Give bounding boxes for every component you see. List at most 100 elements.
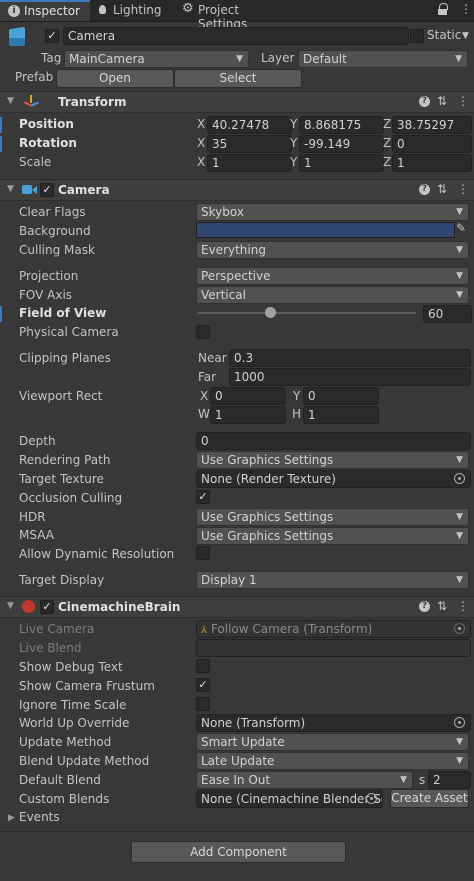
dynamic-resolution-checkbox[interactable] <box>196 546 210 560</box>
eyedropper-icon[interactable]: ✎ <box>456 221 466 235</box>
camera-header[interactable]: ▼ ✓ Camera ? ⇅ ⋮ <box>0 179 474 201</box>
depth-field[interactable]: 0 <box>196 432 471 450</box>
static-checkbox[interactable] <box>410 29 424 43</box>
camera-enabled-checkbox[interactable]: ✓ <box>40 183 54 197</box>
tab-lighting[interactable]: Lighting <box>96 2 176 20</box>
position-z-field[interactable]: 38.75297 <box>392 116 472 134</box>
presets-icon[interactable]: ⇅ <box>437 182 447 196</box>
component-menu-icon[interactable]: ⋮ <box>457 94 469 108</box>
object-name-field[interactable]: Camera <box>63 27 409 45</box>
active-checkbox[interactable]: ✓ <box>45 29 59 43</box>
occlusion-culling-checkbox[interactable]: ✓ <box>196 490 210 504</box>
position-override-bar <box>0 117 2 133</box>
scale-x-field[interactable]: 1 <box>207 154 292 172</box>
chevron-down-icon: ▼ <box>456 207 463 217</box>
fov-slider-thumb[interactable] <box>264 307 276 318</box>
viewport-h-field[interactable]: 1 <box>303 406 379 424</box>
object-picker-icon[interactable] <box>366 793 377 804</box>
update-method-value: Smart Update <box>201 735 285 749</box>
object-picker-icon[interactable] <box>454 717 465 728</box>
presets-icon[interactable]: ⇅ <box>437 599 447 613</box>
scale-y-field[interactable]: 1 <box>299 154 384 172</box>
target-texture-field[interactable]: None (Render Texture) <box>196 470 471 488</box>
culling-mask-label: Culling Mask <box>19 243 95 257</box>
viewport-x-field[interactable]: 0 <box>210 387 286 405</box>
fov-axis-dropdown[interactable]: Vertical ▼ <box>196 286 469 304</box>
ignore-time-scale-checkbox[interactable] <box>196 697 210 711</box>
lightbulb-icon <box>99 5 106 14</box>
viewport-y-field[interactable]: 0 <box>303 387 379 405</box>
position-y-field[interactable]: 8.868175 <box>299 116 384 134</box>
show-debug-text-checkbox[interactable] <box>196 659 210 673</box>
viewport-h-label: H <box>292 407 302 421</box>
transform-header[interactable]: ▼ Transform ? ⇅ ⋮ <box>0 91 474 113</box>
blend-seconds-field[interactable]: 2 <box>428 771 471 789</box>
rotation-x-field[interactable]: 35 <box>207 135 292 153</box>
rotation-z-field[interactable]: 0 <box>392 135 472 153</box>
clear-flags-dropdown[interactable]: Skybox ▼ <box>196 203 469 221</box>
background-color-swatch[interactable] <box>196 222 455 238</box>
create-asset-button[interactable]: Create Asset <box>390 789 469 808</box>
target-display-dropdown[interactable]: Display 1 ▼ <box>196 571 469 589</box>
axis-z-label: Z <box>383 136 392 150</box>
near-field[interactable]: 0.3 <box>229 349 471 367</box>
clear-flags-label: Clear Flags <box>19 205 86 219</box>
world-up-override-field[interactable]: None (Transform) <box>196 714 471 732</box>
projection-dropdown[interactable]: Perspective ▼ <box>196 267 469 285</box>
tab-lighting-label: Lighting <box>113 3 162 17</box>
foldout-expanded-icon: ▼ <box>7 601 14 611</box>
update-method-dropdown[interactable]: Smart Update ▼ <box>196 733 469 751</box>
far-field[interactable]: 1000 <box>229 368 471 386</box>
chevron-down-icon: ▼ <box>455 54 462 64</box>
cinemachine-brain-header[interactable]: ▼ ✓ CinemachineBrain ? ⇅ ⋮ <box>0 596 474 618</box>
tag-dropdown[interactable]: MainCamera ▼ <box>64 50 249 68</box>
prefab-open-button[interactable]: Open <box>56 69 174 88</box>
culling-mask-value: Everything <box>201 243 266 257</box>
object-picker-icon[interactable] <box>454 473 465 484</box>
msaa-dropdown[interactable]: Use Graphics Settings ▼ <box>196 527 469 545</box>
brain-enabled-checkbox[interactable]: ✓ <box>40 600 54 614</box>
rendering-path-dropdown[interactable]: Use Graphics Settings ▼ <box>196 451 469 469</box>
help-icon[interactable]: ? <box>419 96 430 107</box>
prefab-label: Prefab <box>15 70 54 84</box>
lock-body-icon <box>438 9 447 15</box>
component-menu-icon[interactable]: ⋮ <box>457 182 469 196</box>
world-up-override-value: None (Transform) <box>201 716 306 730</box>
help-icon[interactable]: ? <box>419 184 430 195</box>
far-label: Far <box>198 370 217 384</box>
tag-value: MainCamera <box>69 52 145 66</box>
events-foldout-icon[interactable]: ▶ <box>8 813 15 823</box>
tab-inspector[interactable]: i Inspector <box>0 0 90 21</box>
add-component-button[interactable]: Add Component <box>131 841 346 863</box>
rotation-y-field[interactable]: -99.149 <box>299 135 384 153</box>
default-blend-dropdown[interactable]: Ease In Out ▼ <box>196 771 413 789</box>
separator <box>0 831 474 832</box>
show-camera-frustum-checkbox[interactable]: ✓ <box>196 678 210 692</box>
culling-mask-dropdown[interactable]: Everything ▼ <box>196 241 469 259</box>
axis-x-label: X <box>197 117 206 131</box>
tab-project-settings[interactable]: ⚙ Project Settings <box>182 1 292 31</box>
scale-z-field[interactable]: 1 <box>392 154 472 172</box>
custom-blends-field[interactable]: None (Cinemachine Blender Se <box>196 790 383 808</box>
info-icon: i <box>8 5 20 17</box>
fov-slider-track[interactable] <box>198 312 416 314</box>
fov-value-field[interactable]: 60 <box>423 305 472 323</box>
static-dropdown-arrow-icon[interactable]: ▼ <box>462 31 469 41</box>
component-menu-icon[interactable]: ⋮ <box>457 599 469 613</box>
events-label[interactable]: Events <box>19 810 60 824</box>
rotation-label: Rotation <box>19 136 77 150</box>
viewport-w-field[interactable]: 1 <box>210 406 286 424</box>
axis-y-label: Y <box>290 155 298 169</box>
hdr-dropdown[interactable]: Use Graphics Settings ▼ <box>196 508 469 526</box>
msaa-value: Use Graphics Settings <box>201 529 334 543</box>
physical-camera-checkbox[interactable] <box>196 325 210 339</box>
blend-update-method-dropdown[interactable]: Late Update ▼ <box>196 752 469 770</box>
prefab-select-button[interactable]: Select <box>174 69 302 88</box>
presets-icon[interactable]: ⇅ <box>437 94 447 108</box>
world-up-override-label: World Up Override <box>19 716 130 730</box>
physical-camera-label: Physical Camera <box>19 325 119 339</box>
position-x-field[interactable]: 40.27478 <box>207 116 292 134</box>
layer-dropdown[interactable]: Default ▼ <box>298 50 468 68</box>
help-icon[interactable]: ? <box>419 601 430 612</box>
tab-menu-icon[interactable]: ⋮ <box>460 2 472 16</box>
